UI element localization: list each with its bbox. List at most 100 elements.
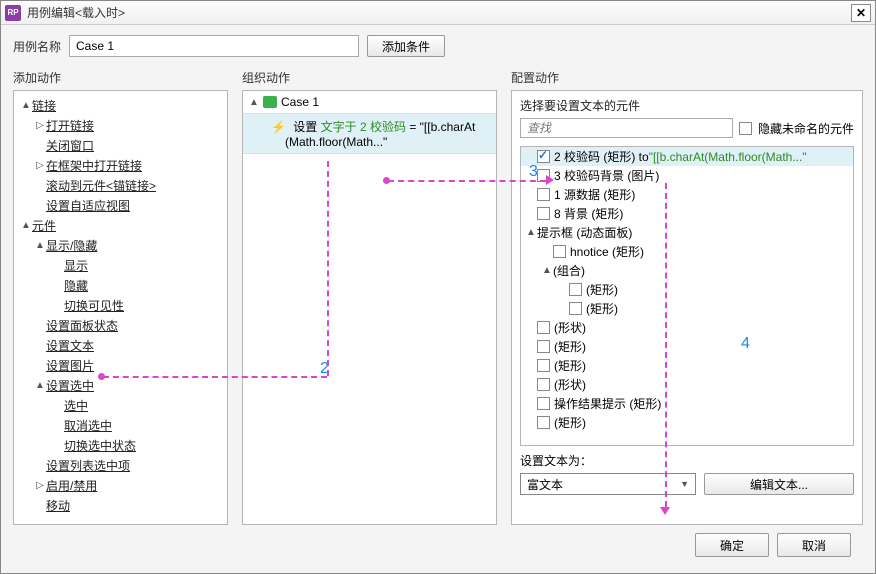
organize-panel: ▲ Case 1 ⚡ 设置 文字于 2 校验码 = "[[b.charAt (M…	[242, 90, 497, 525]
action-text-prefix: 设置	[293, 120, 317, 134]
widget-checkbox[interactable]	[537, 150, 550, 163]
widget-item-label: (矩形)	[554, 338, 586, 355]
tree-set-adaptive[interactable]: 设置自适应视图	[16, 195, 225, 215]
tree-enable-disable[interactable]: ▷启用/禁用	[16, 475, 225, 495]
close-button[interactable]: ✕	[851, 4, 871, 22]
dialog-footer: 确定 取消	[13, 525, 863, 565]
widget-checkbox[interactable]	[553, 245, 566, 258]
tree-set-text[interactable]: 设置文本	[16, 335, 225, 355]
tree-widgets[interactable]: ▲元件	[16, 215, 225, 235]
tree-links[interactable]: ▲链接	[16, 95, 225, 115]
org-action-row[interactable]: ⚡ 设置 文字于 2 校验码 = "[[b.charAt (Math.floor…	[243, 113, 496, 154]
tree-toggle-sel[interactable]: 切换选中状态	[16, 435, 225, 455]
widget-item-label: (矩形)	[554, 414, 586, 431]
hide-unnamed-label: 隐藏未命名的元件	[758, 120, 854, 137]
tree-open-link[interactable]: ▷打开链接	[16, 115, 225, 135]
tree-toggle-vis[interactable]: 切换可见性	[16, 295, 225, 315]
action-tree: ▲链接 ▷打开链接 关闭窗口 ▷在框架中打开链接 滚动到元件<锚链接> 设置自适…	[14, 91, 227, 519]
tree-deselect[interactable]: 取消选中	[16, 415, 225, 435]
widget-item-label: (形状)	[554, 376, 586, 393]
widget-checkbox[interactable]	[537, 378, 550, 391]
annotation-num-2: 2	[320, 360, 329, 378]
widget-tree-item[interactable]: 3 校验码背景 (图片)	[521, 166, 853, 185]
widget-tree-item[interactable]: hnotice (矩形)	[521, 242, 853, 261]
select-widget-header: 选择要设置文本的元件	[520, 97, 854, 114]
widget-tree-item[interactable]: (形状)	[521, 318, 853, 337]
widget-checkbox[interactable]	[537, 416, 550, 429]
case-name-label: 用例名称	[13, 38, 61, 55]
widget-checkbox[interactable]	[537, 188, 550, 201]
widget-checkbox[interactable]	[569, 283, 582, 296]
widget-tree-item[interactable]: (矩形)	[521, 356, 853, 375]
hide-unnamed-checkbox[interactable]	[739, 122, 752, 135]
widget-tree-item[interactable]: (矩形)	[521, 299, 853, 318]
add-action-panel: ▲链接 ▷打开链接 关闭窗口 ▷在框架中打开链接 滚动到元件<锚链接> 设置自适…	[13, 90, 228, 525]
widget-tree-item[interactable]: (矩形)	[521, 337, 853, 356]
widget-item-label: (矩形)	[554, 357, 586, 374]
widget-checkbox[interactable]	[537, 207, 550, 220]
widget-tree: 2 校验码 (矩形) to "[[b.charAt(Math.floor(Mat…	[520, 146, 854, 446]
widget-tree-item[interactable]: 操作结果提示 (矩形)	[521, 394, 853, 413]
tree-open-in-frame[interactable]: ▷在框架中打开链接	[16, 155, 225, 175]
tree-show[interactable]: 显示	[16, 255, 225, 275]
case-icon	[263, 96, 277, 108]
widget-tree-item[interactable]: (矩形)	[521, 280, 853, 299]
titlebar: RP 用例编辑<载入时> ✕	[1, 1, 875, 25]
cancel-button[interactable]: 取消	[777, 533, 851, 557]
widget-tree-item[interactable]: (矩形)	[521, 413, 853, 432]
widget-checkbox[interactable]	[537, 340, 550, 353]
widget-item-label: (矩形)	[586, 281, 618, 298]
widget-tree-item[interactable]: ▲提示框 (动态面板)	[521, 223, 853, 242]
text-type-select[interactable]: 富文本 ▼	[520, 473, 696, 495]
widget-checkbox[interactable]	[537, 359, 550, 372]
text-type-value: 富文本	[527, 476, 563, 493]
configure-action-label: 配置动作	[511, 69, 863, 86]
expand-icon: ▲	[525, 227, 537, 238]
ok-button[interactable]: 确定	[695, 533, 769, 557]
organize-action-label: 组织动作	[242, 69, 497, 86]
widget-tree-item[interactable]: 1 源数据 (矩形)	[521, 185, 853, 204]
widget-item-label: 1 源数据 (矩形)	[554, 186, 635, 203]
widget-item-label: (矩形)	[586, 300, 618, 317]
tree-close-window[interactable]: 关闭窗口	[16, 135, 225, 155]
widget-item-label: 2 校验码 (矩形) to	[554, 148, 649, 165]
tree-show-hide[interactable]: ▲显示/隐藏	[16, 235, 225, 255]
tree-hide[interactable]: 隐藏	[16, 275, 225, 295]
add-action-label: 添加动作	[13, 69, 228, 86]
widget-checkbox[interactable]	[569, 302, 582, 315]
widget-item-label: 提示框 (动态面板)	[537, 224, 632, 241]
tree-set-selected[interactable]: ▲设置选中	[16, 375, 225, 395]
annotation-num-3: 3	[529, 163, 538, 181]
tree-selected[interactable]: 选中	[16, 395, 225, 415]
dialog-title: 用例编辑<载入时>	[27, 4, 851, 21]
tree-scroll-to[interactable]: 滚动到元件<锚链接>	[16, 175, 225, 195]
tree-set-image[interactable]: 设置图片	[16, 355, 225, 375]
org-case-row[interactable]: ▲ Case 1	[243, 91, 496, 113]
case-name-input[interactable]	[69, 35, 359, 57]
widget-checkbox[interactable]	[537, 397, 550, 410]
tree-panel-state[interactable]: 设置面板状态	[16, 315, 225, 335]
widget-search-input[interactable]	[520, 118, 733, 138]
widget-item-label: 8 背景 (矩形)	[554, 205, 623, 222]
case-editor-dialog: RP 用例编辑<载入时> ✕ 用例名称 添加条件 添加动作 ▲链接 ▷打开链接 …	[0, 0, 876, 574]
widget-item-label: (组合)	[553, 262, 585, 279]
configure-panel: 选择要设置文本的元件 隐藏未命名的元件 2 校验码 (矩形) to "[[b.c…	[511, 90, 863, 525]
close-icon: ✕	[856, 6, 866, 20]
caret-down-icon: ▼	[680, 479, 689, 489]
action-text-eq: = "[[b.charAt	[406, 120, 475, 134]
widget-tree-item[interactable]: 2 校验码 (矩形) to "[[b.charAt(Math.floor(Mat…	[521, 147, 853, 166]
widget-item-label: 操作结果提示 (矩形)	[554, 395, 661, 412]
widget-item-label: 3 校验码背景 (图片)	[554, 167, 659, 184]
widget-tree-item[interactable]: ▲(组合)	[521, 261, 853, 280]
set-text-as-label: 设置文本为：	[520, 452, 854, 469]
widget-tree-item[interactable]: 8 背景 (矩形)	[521, 204, 853, 223]
widget-checkbox[interactable]	[537, 321, 550, 334]
widget-item-label: (形状)	[554, 319, 586, 336]
widget-tree-item[interactable]: (形状)	[521, 375, 853, 394]
tree-move[interactable]: 移动	[16, 495, 225, 515]
add-condition-button[interactable]: 添加条件	[367, 35, 445, 57]
edit-text-button[interactable]: 编辑文本...	[704, 473, 854, 495]
case-name-row: 用例名称 添加条件	[13, 35, 863, 57]
tree-set-list-sel[interactable]: 设置列表选中项	[16, 455, 225, 475]
annotation-num-4: 4	[741, 335, 750, 353]
